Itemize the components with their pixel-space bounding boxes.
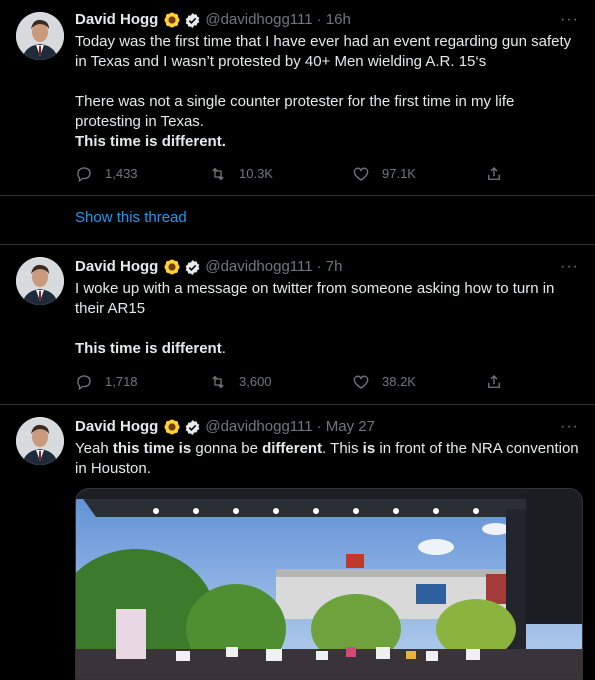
retweet-icon [212, 375, 224, 389]
text-line: in Texas and I wasn’t protested by 40+ M… [75, 53, 487, 70]
retweet-count: 10.3K [239, 166, 273, 181]
reply-icon [77, 375, 91, 391]
sunflower-icon [164, 259, 180, 275]
tweet-3[interactable]: ··· David Hogg @davidhogg111 · May 27 Ye… [0, 405, 595, 680]
author-name[interactable]: David Hogg [75, 257, 158, 277]
verified-badge-icon [185, 259, 200, 275]
tweet-media-image[interactable] [75, 488, 583, 680]
text-line: in Houston. [75, 460, 151, 477]
author-name[interactable]: David Hogg [75, 417, 158, 437]
tweet-header: David Hogg @davidhogg111 · May 27 [75, 417, 579, 437]
avatar[interactable] [16, 12, 64, 60]
tweet-header: David Hogg @davidhogg111 · 7h [75, 257, 579, 277]
text-line: Today was the first time that I have eve… [75, 33, 572, 50]
author-handle[interactable]: @davidhogg111 [205, 417, 312, 437]
tweet-2[interactable]: ··· David Hogg @davidhogg111 · 7h I woke… [0, 245, 595, 405]
tweet-body: David Hogg @davidhogg111 · 7h I woke up … [75, 257, 579, 359]
like-button[interactable]: 97.1K [352, 164, 485, 184]
avatar[interactable] [16, 417, 64, 465]
tweet-time[interactable]: · 7h [317, 257, 343, 277]
share-icon [488, 167, 500, 180]
tweet-text: Yeah this time is gonna be different. Th… [75, 439, 579, 479]
heart-icon [353, 375, 369, 389]
share-button[interactable] [485, 372, 515, 392]
text-line: their AR15 [75, 300, 146, 317]
author-name[interactable]: David Hogg [75, 10, 158, 30]
heart-icon [353, 167, 369, 181]
share-button[interactable] [485, 164, 515, 184]
like-button[interactable]: 38.2K [352, 372, 485, 392]
reply-button[interactable]: 1,718 [75, 372, 209, 392]
retweet-count: 3,600 [239, 374, 272, 389]
tweet-1[interactable]: ··· David Hogg @davidhogg111 · 16h Today… [0, 0, 595, 196]
share-icon [488, 375, 500, 388]
text-line: Yeah this time is gonna be different. Th… [75, 440, 579, 457]
text-line: protesting in Texas. [75, 113, 204, 130]
retweet-button[interactable]: 3,600 [209, 372, 352, 392]
like-count: 97.1K [382, 166, 416, 181]
tweet-text: Today was the first time that I have eve… [75, 32, 579, 152]
tweet-body: David Hogg @davidhogg111 · May 27 Yeah t… [75, 417, 579, 479]
text-line: There was not a single counter protester… [75, 93, 515, 110]
avatar[interactable] [16, 257, 64, 305]
retweet-icon [212, 167, 224, 181]
sunflower-icon [164, 12, 180, 28]
tweet-actions: 1,718 3,600 38.2K [75, 372, 515, 392]
show-thread-label[interactable]: Show this thread [75, 208, 187, 228]
sunflower-icon [164, 419, 180, 435]
retweet-button[interactable]: 10.3K [209, 164, 352, 184]
text-tail: . [221, 340, 226, 357]
protest-photo [76, 489, 582, 679]
author-handle[interactable]: @davidhogg111 [205, 10, 312, 30]
verified-badge-icon [185, 419, 200, 435]
tweet-actions: 1,433 10.3K 97.1K [75, 164, 515, 184]
reply-count: 1,718 [105, 374, 138, 389]
tweet-text: I woke up with a message on twitter from… [75, 279, 579, 359]
reply-count: 1,433 [105, 166, 138, 181]
author-handle[interactable]: @davidhogg111 [205, 257, 312, 277]
verified-badge-icon [185, 12, 200, 28]
text-line: I woke up with a message on twitter from… [75, 280, 555, 297]
tweet-body: David Hogg @davidhogg111 · 16h Today was… [75, 10, 579, 152]
tweet-header: David Hogg @davidhogg111 · 16h [75, 10, 579, 30]
text-line-bold: This time is different. [75, 133, 226, 150]
tweet-time[interactable]: · 16h [317, 10, 351, 30]
show-thread-link[interactable]: Show this thread [0, 196, 595, 245]
tweet-time[interactable]: · May 27 [317, 417, 375, 437]
text-bold: This time is different [75, 340, 222, 357]
reply-button[interactable]: 1,433 [75, 164, 209, 184]
like-count: 38.2K [382, 374, 416, 389]
reply-icon [77, 167, 91, 183]
